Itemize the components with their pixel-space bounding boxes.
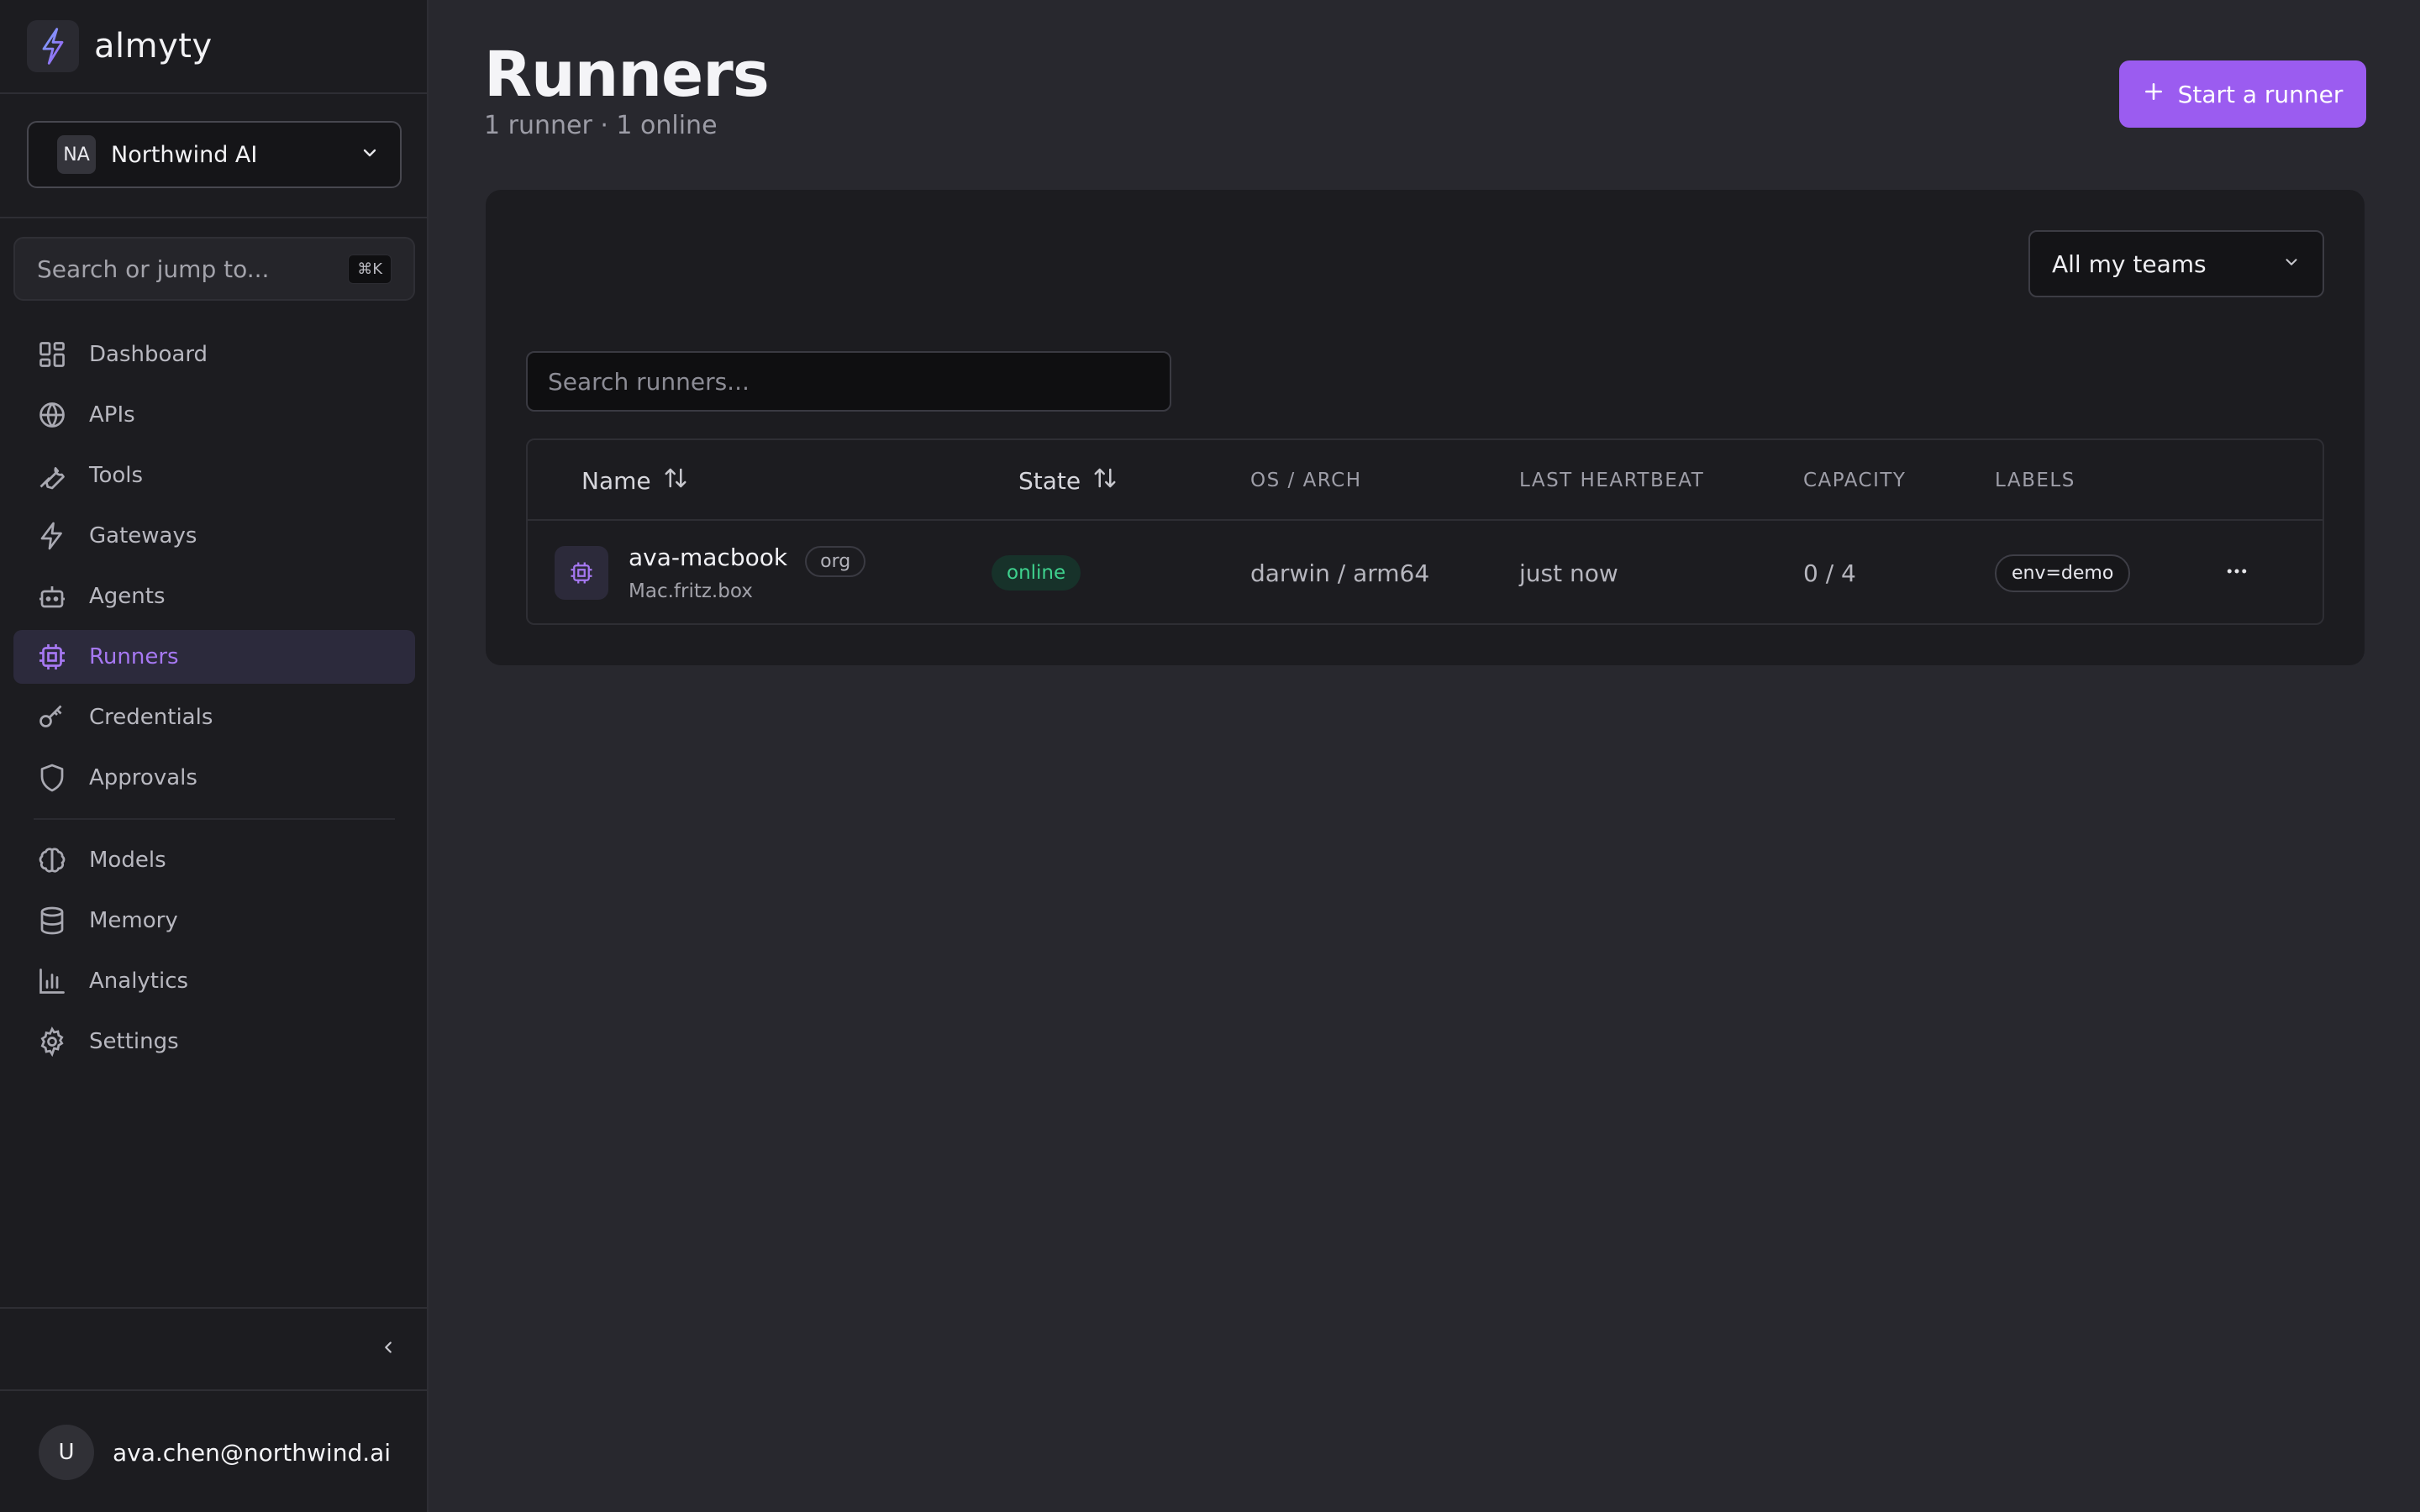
runner-name-block: ava-macbook org Mac.fritz.box — [629, 543, 866, 602]
sidebar-item-credentials[interactable]: Credentials — [13, 690, 415, 744]
start-runner-label: Start a runner — [2177, 80, 2344, 108]
chevron-left-icon — [379, 1338, 397, 1360]
user-email: ava.chen@northwind.ai — [113, 1438, 392, 1467]
globe-icon — [35, 398, 69, 432]
column-header-heartbeat: LAST HEARTBEAT — [1519, 470, 1705, 491]
sidebar-item-label: Settings — [89, 1029, 179, 1054]
sidebar-item-gateways[interactable]: Gateways — [13, 509, 415, 563]
bar-chart-icon — [35, 964, 69, 998]
sidebar-item-settings[interactable]: Settings — [13, 1015, 415, 1068]
column-header-name[interactable]: Name — [581, 440, 688, 521]
runner-os-arch: darwin / arm64 — [1250, 559, 1430, 587]
sidebar-item-models[interactable]: Models — [13, 833, 415, 887]
user-menu[interactable]: U ava.chen@northwind.ai — [39, 1425, 391, 1480]
label-pill: env=demo — [1995, 554, 2131, 592]
sidebar-item-agents[interactable]: Agents — [13, 570, 415, 623]
table-header: Name State OS / ARCH LAST HEARTBEAT CAPA… — [528, 440, 2323, 521]
chevron-down-icon — [360, 143, 380, 166]
runner-host: Mac.fritz.box — [629, 580, 753, 602]
chevron-down-icon — [2282, 253, 2301, 275]
runners-table: Name State OS / ARCH LAST HEARTBEAT CAPA… — [526, 438, 2324, 625]
divider — [0, 1307, 429, 1309]
bolt-icon — [35, 519, 69, 553]
column-label: State — [1018, 466, 1081, 495]
bolt-logo-icon — [27, 20, 79, 72]
plus-icon — [2143, 81, 2165, 108]
runners-panel: All my teams Name State OS / ARCH LAST H… — [486, 190, 2365, 665]
page-subtitle: 1 runner · 1 online — [484, 111, 718, 140]
org-avatar: NA — [57, 135, 96, 174]
cpu-icon — [555, 546, 608, 600]
sidebar-item-label: Models — [89, 848, 166, 873]
sidebar-item-runners[interactable]: Runners — [13, 630, 415, 684]
team-filter-select[interactable]: All my teams — [2028, 230, 2324, 297]
column-header-state[interactable]: State — [1018, 440, 1118, 521]
brand-name: almyty — [94, 27, 213, 66]
runner-state-cell: online — [992, 521, 1081, 625]
divider — [0, 1389, 429, 1391]
divider — [0, 92, 429, 94]
column-label: Name — [581, 466, 651, 495]
start-runner-button[interactable]: Start a runner — [2119, 60, 2366, 128]
page-title: Runners — [484, 39, 770, 111]
team-filter-value: All my teams — [2052, 249, 2207, 278]
sidebar-item-label: Tools — [89, 463, 144, 488]
org-name: Northwind AI — [111, 141, 258, 168]
brain-icon — [35, 843, 69, 877]
shortcut-badge: ⌘K — [348, 254, 392, 284]
runner-heartbeat: just now — [1519, 559, 1618, 587]
runner-name-cell: ava-macbook org Mac.fritz.box — [555, 521, 866, 625]
column-header-os-arch: OS / ARCH — [1250, 470, 1362, 491]
robot-icon — [35, 580, 69, 613]
database-icon — [35, 904, 69, 937]
wrench-icon — [35, 459, 69, 492]
search-jump-input[interactable]: Search or jump to... ⌘K — [13, 237, 415, 301]
nav-divider — [34, 818, 395, 820]
key-icon — [35, 701, 69, 734]
sidebar-item-tools[interactable]: Tools — [13, 449, 415, 502]
column-header-capacity: CAPACITY — [1803, 470, 1907, 491]
sort-icon — [1092, 465, 1118, 496]
sidebar-item-analytics[interactable]: Analytics — [13, 954, 415, 1008]
sidebar-item-label: Agents — [89, 584, 166, 609]
divider — [0, 217, 429, 218]
sidebar-item-dashboard[interactable]: Dashboard — [13, 328, 415, 381]
sidebar-item-label: Runners — [89, 644, 179, 669]
runner-name[interactable]: ava-macbook — [629, 543, 787, 571]
scope-badge: org — [805, 546, 866, 577]
brand[interactable]: almyty — [27, 18, 213, 74]
sidebar-item-label: Approvals — [89, 765, 197, 790]
sidebar-item-label: Memory — [89, 908, 178, 933]
shield-icon — [35, 761, 69, 795]
search-jump-placeholder: Search or jump to... — [37, 255, 270, 283]
sort-icon — [663, 465, 688, 496]
row-actions-button[interactable] — [2215, 551, 2259, 595]
sidebar-item-label: Gateways — [89, 523, 197, 549]
column-header-labels: LABELS — [1995, 470, 2075, 491]
sidebar-item-label: Analytics — [89, 969, 189, 994]
search-runners-input[interactable] — [526, 351, 1171, 412]
grid-icon — [35, 338, 69, 371]
sidebar: almyty NA Northwind AI Search or jump to… — [0, 0, 429, 1512]
runner-labels-cell: env=demo — [1995, 521, 2131, 625]
collapse-sidebar-button[interactable] — [370, 1331, 407, 1368]
sidebar-item-label: APIs — [89, 402, 135, 428]
status-badge: online — [992, 555, 1081, 591]
sidebar-item-memory[interactable]: Memory — [13, 894, 415, 948]
row-actions-cell — [2215, 521, 2259, 625]
sidebar-item-approvals[interactable]: Approvals — [13, 751, 415, 805]
gear-icon — [35, 1025, 69, 1058]
sidebar-item-label: Dashboard — [89, 342, 208, 367]
cpu-icon — [35, 640, 69, 674]
avatar: U — [39, 1425, 94, 1480]
sidebar-item-apis[interactable]: APIs — [13, 388, 415, 442]
runner-capacity: 0 / 4 — [1803, 559, 1856, 587]
table-row[interactable]: ava-macbook org Mac.fritz.box online dar… — [528, 521, 2323, 625]
more-horizontal-icon — [2224, 559, 2249, 587]
sidebar-item-label: Credentials — [89, 705, 213, 730]
org-switcher[interactable]: NA Northwind AI — [27, 121, 402, 188]
